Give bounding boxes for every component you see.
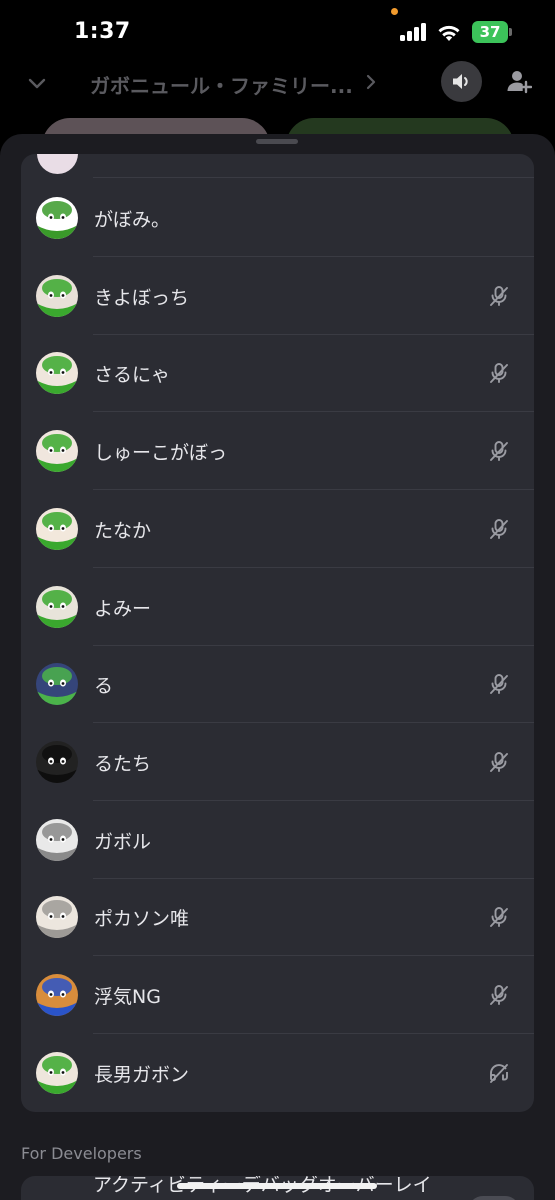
avatar xyxy=(36,663,78,706)
member-row[interactable]: がぼみ。 xyxy=(21,179,534,257)
member-name: がぼみ。 xyxy=(94,209,171,231)
mic-off-icon xyxy=(488,906,510,928)
member-row[interactable]: たなか xyxy=(21,490,534,568)
member-list: がぼみ。きよぼっちさるにゃしゅーこがぼっ たなかよみーるるたちガボルポカソン唯浮気… xyxy=(21,154,534,1112)
mic-off-icon xyxy=(488,751,510,773)
member-row[interactable]: よみー xyxy=(21,568,534,646)
member-name: ガボル xyxy=(94,830,152,853)
member-row[interactable]: る xyxy=(21,645,534,724)
avatar xyxy=(36,740,78,783)
mic-off-icon xyxy=(488,362,510,384)
member-name: たなか xyxy=(94,519,152,542)
member-name: 長男ガボン xyxy=(94,1063,190,1086)
speaker-button[interactable] xyxy=(441,61,482,102)
avatar xyxy=(36,818,78,861)
avatar xyxy=(36,197,78,239)
member-name: さるにゃ xyxy=(94,364,171,387)
avatar xyxy=(36,430,78,473)
chevron-right-icon xyxy=(366,74,376,90)
mic-off-icon xyxy=(488,440,510,462)
member-name: きよぼっち xyxy=(94,286,190,309)
avatar xyxy=(36,352,78,395)
member-row[interactable]: さるにゃ xyxy=(21,334,534,413)
avatar xyxy=(36,974,78,1016)
toggle-switch[interactable] xyxy=(468,1196,520,1200)
avatar xyxy=(36,896,78,939)
member-name: る xyxy=(94,675,114,698)
member-name: るたち xyxy=(94,752,152,775)
member-row[interactable]: 長男ガボン xyxy=(21,1034,534,1112)
member-name: よみー xyxy=(94,597,152,620)
avatar xyxy=(36,1051,78,1094)
mic-off-icon xyxy=(488,518,510,540)
mic-off-icon xyxy=(488,285,510,307)
status-bar: 1:37 37 xyxy=(0,0,555,62)
member-name: しゅーこがぼっ xyxy=(94,442,228,465)
member-name: ポカソン唯 xyxy=(94,908,190,931)
channel-title[interactable]: ガボニュール・ファミリー... xyxy=(90,70,353,99)
speaker-icon xyxy=(453,74,468,89)
home-indicator xyxy=(177,1183,377,1189)
status-time: 1:37 xyxy=(74,19,131,44)
mic-off-icon xyxy=(488,984,510,1006)
avatar xyxy=(36,507,78,550)
member-row[interactable]: 浮気NG xyxy=(21,956,534,1034)
avatar xyxy=(37,154,78,174)
privacy-indicator-dot xyxy=(391,8,398,15)
avatar xyxy=(36,274,78,317)
member-row[interactable]: しゅーこがぼっ xyxy=(21,412,534,491)
member-row[interactable]: ガボル xyxy=(21,801,534,879)
member-row[interactable]: ポカソン唯 xyxy=(21,878,534,957)
members-sheet: がぼみ。きよぼっちさるにゃしゅーこがぼっ たなかよみーるるたちガボルポカソン唯浮気… xyxy=(0,134,555,1200)
section-header-developers: For Developers xyxy=(21,1144,142,1163)
wifi-icon xyxy=(438,25,460,41)
battery-level: 37 xyxy=(472,21,508,43)
battery-indicator: 37 xyxy=(472,21,512,43)
member-row[interactable]: きよぼっち xyxy=(21,257,534,335)
voice-channel-header: ガボニュール・ファミリー... xyxy=(0,58,555,110)
add-member-icon[interactable] xyxy=(506,68,532,94)
avatar xyxy=(36,585,78,628)
deafened-icon xyxy=(488,1062,510,1084)
sheet-grabber[interactable] xyxy=(256,139,298,144)
member-name: 浮気NG xyxy=(94,986,161,1008)
mic-off-icon xyxy=(488,673,510,695)
member-row[interactable]: るたち xyxy=(21,723,534,801)
collapse-chevron-icon[interactable] xyxy=(26,72,48,94)
divider xyxy=(93,177,534,178)
cellular-signal-icon xyxy=(400,23,428,41)
